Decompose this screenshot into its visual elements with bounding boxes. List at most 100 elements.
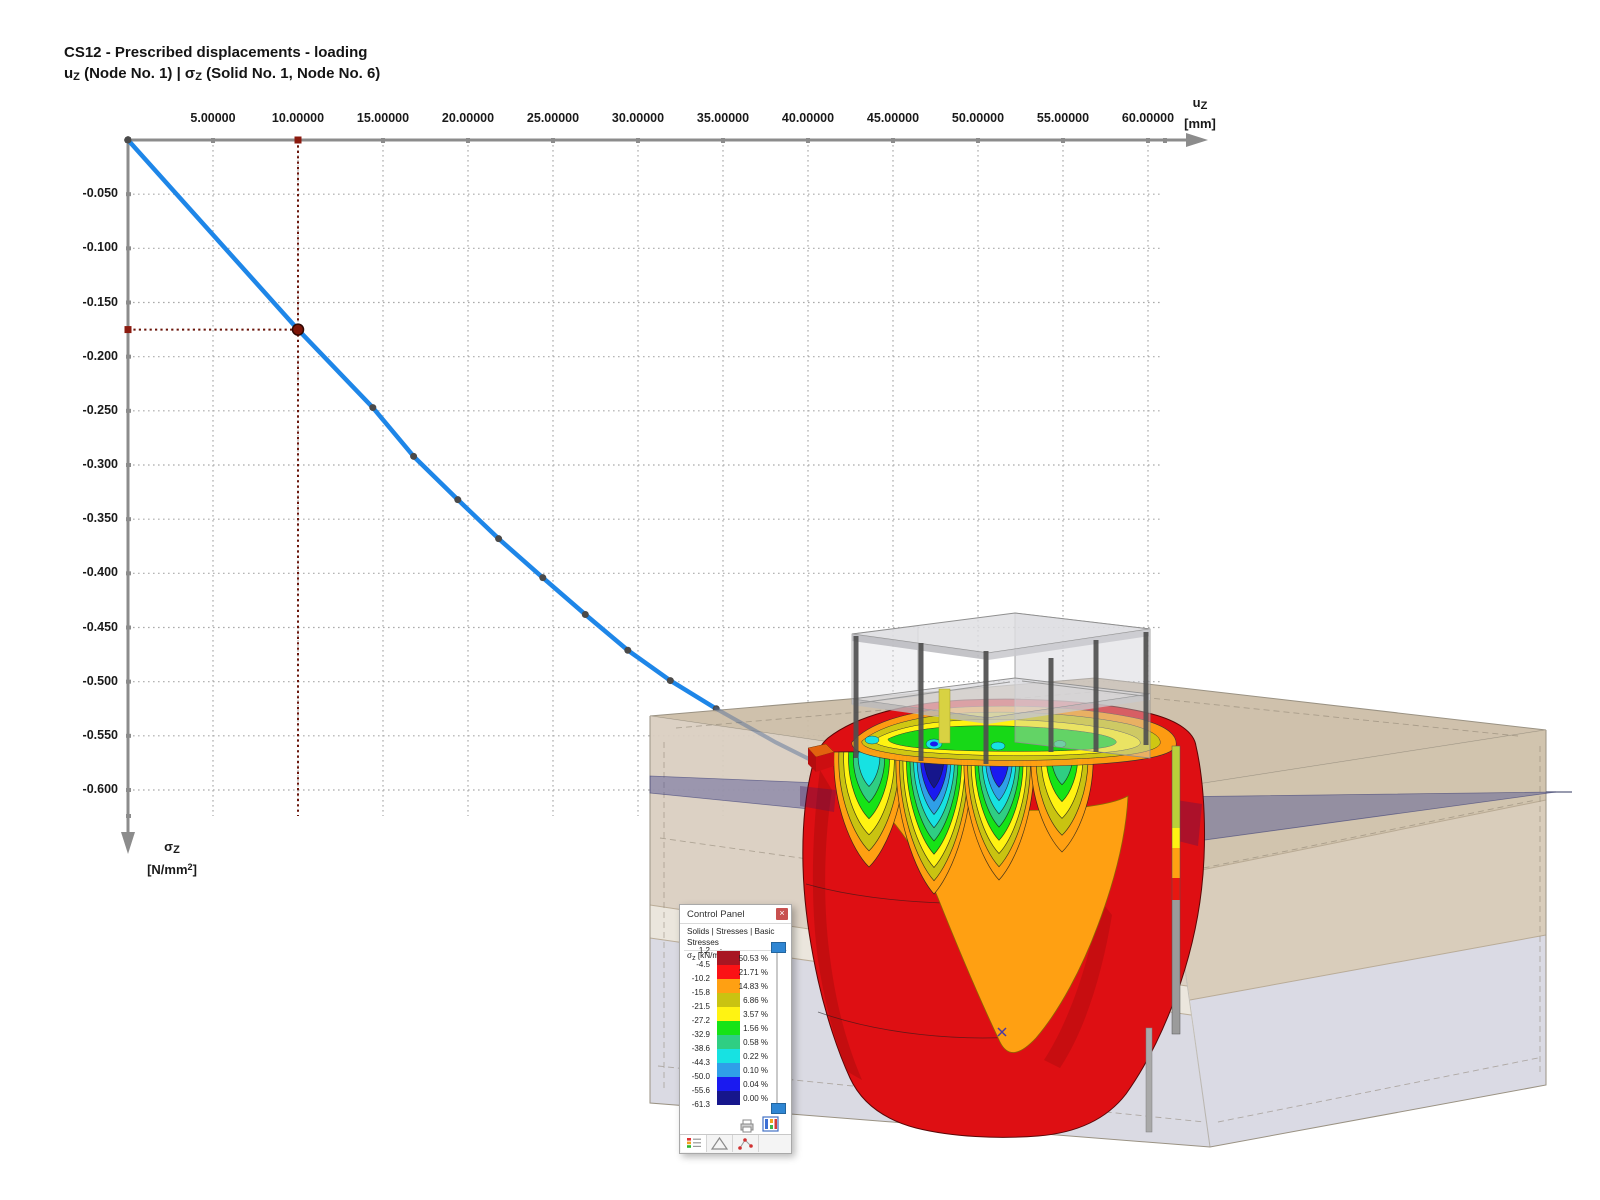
y-axis-tick bbox=[126, 788, 131, 792]
y-tick-label: -0.500 bbox=[48, 674, 118, 688]
x-axis-tick bbox=[211, 138, 215, 143]
curve-data-point bbox=[495, 535, 502, 542]
y-tick-label: -0.300 bbox=[48, 457, 118, 471]
curve-data-point bbox=[454, 496, 461, 503]
y-axis-unit-label: σZ [N/mm2] bbox=[126, 838, 218, 878]
y-axis-tick bbox=[126, 571, 131, 575]
x-axis-tick bbox=[1146, 138, 1150, 143]
y-axis-tick bbox=[126, 409, 131, 413]
curve-data-point bbox=[369, 404, 376, 411]
legend-value: -44.3 bbox=[680, 1058, 710, 1067]
marked-data-point bbox=[293, 324, 304, 335]
x-axis-tick bbox=[1163, 138, 1167, 143]
curve-data-point bbox=[667, 677, 674, 684]
x-tick-label: 40.00000 bbox=[766, 111, 850, 125]
x-axis-arrow-icon bbox=[1186, 133, 1208, 147]
x-axis-tick bbox=[976, 138, 980, 143]
legend-percentage: 21.71 % bbox=[728, 968, 768, 977]
legend-value: 1.2 bbox=[680, 946, 710, 955]
x-tick-label: 10.00000 bbox=[256, 111, 340, 125]
rfem-result-workspace[interactable]: CS12 - Prescribed displacements - loadin… bbox=[0, 0, 1600, 1200]
result-pile bbox=[1172, 746, 1180, 1034]
legend-value: -15.8 bbox=[680, 988, 710, 997]
y-tick-label: -0.450 bbox=[48, 620, 118, 634]
yellow-wall-element bbox=[939, 689, 950, 743]
nodes-graph-icon bbox=[733, 1135, 758, 1152]
legend-value: -4.5 bbox=[680, 960, 710, 969]
x-axis-tick bbox=[381, 138, 385, 143]
triangle-icon bbox=[707, 1135, 732, 1152]
x-axis-unit-label: uZ [mm] bbox=[1176, 94, 1224, 132]
x-tick-label: 45.00000 bbox=[851, 111, 935, 125]
y-axis-tick bbox=[126, 246, 131, 250]
color-scale-icon bbox=[681, 1135, 706, 1152]
y-axis-tick bbox=[126, 814, 131, 818]
scale-slider-track[interactable] bbox=[776, 951, 778, 1105]
curve-data-point bbox=[410, 453, 417, 460]
y-tick-label: -0.350 bbox=[48, 511, 118, 525]
x-tick-label: 55.00000 bbox=[1021, 111, 1105, 125]
printer-icon bbox=[738, 1118, 756, 1134]
curve-data-point bbox=[125, 137, 132, 144]
y-tick-label: -0.250 bbox=[48, 403, 118, 417]
x-tick-label: 25.00000 bbox=[511, 111, 595, 125]
x-axis-tick bbox=[891, 138, 895, 143]
x-axis-tick bbox=[806, 138, 810, 143]
tab-result-values[interactable] bbox=[733, 1135, 759, 1152]
probe-rod bbox=[1146, 1028, 1152, 1132]
x-tick-label: 20.00000 bbox=[426, 111, 510, 125]
legend-percentage: 0.22 % bbox=[728, 1052, 768, 1061]
legend-percentage: 0.10 % bbox=[728, 1066, 768, 1075]
tab-color-scale[interactable] bbox=[681, 1135, 707, 1152]
y-axis-tick bbox=[126, 192, 131, 196]
y-axis-tick bbox=[126, 463, 131, 467]
result-curve[interactable] bbox=[125, 137, 720, 713]
y-axis-tick bbox=[126, 301, 131, 305]
y-axis-tick bbox=[126, 680, 131, 684]
legend-percentage: 1.56 % bbox=[728, 1024, 768, 1033]
chart-title-line1: CS12 - Prescribed displacements - loadin… bbox=[64, 42, 380, 63]
result-diagram-canvas[interactable] bbox=[0, 0, 1600, 1200]
y-tick-label: -0.200 bbox=[48, 349, 118, 363]
curve-data-point bbox=[624, 647, 631, 654]
x-axis-tick bbox=[721, 138, 725, 143]
x-tick-label: 15.00000 bbox=[341, 111, 425, 125]
legend-value: -50.0 bbox=[680, 1072, 710, 1081]
y-tick-label: -0.400 bbox=[48, 565, 118, 579]
y-tick-label: -0.100 bbox=[48, 240, 118, 254]
x-tick-label: 50.00000 bbox=[936, 111, 1020, 125]
legend-value: -55.6 bbox=[680, 1086, 710, 1095]
curve-data-point bbox=[582, 611, 589, 618]
panel-options-button[interactable] bbox=[738, 1118, 756, 1134]
x-tick-label: 35.00000 bbox=[681, 111, 765, 125]
legend-percentage: 14.83 % bbox=[728, 982, 768, 991]
y-tick-label: -0.150 bbox=[48, 295, 118, 309]
panel-settings-button[interactable] bbox=[762, 1116, 780, 1132]
legend-percentage: 0.00 % bbox=[728, 1094, 768, 1103]
y-axis-tick bbox=[126, 734, 131, 738]
scale-slider-handle-bottom[interactable] bbox=[771, 1103, 786, 1114]
legend-value: -32.9 bbox=[680, 1030, 710, 1039]
curve-data-point bbox=[539, 574, 546, 581]
load-displacement-curve bbox=[128, 140, 716, 709]
x-axis-tick bbox=[466, 138, 470, 143]
y-tick-label: -0.600 bbox=[48, 782, 118, 796]
x-axis-tick bbox=[636, 138, 640, 143]
x-axis-tick bbox=[551, 138, 555, 143]
x-tick-label: 30.00000 bbox=[596, 111, 680, 125]
legend-percentage: 3.57 % bbox=[728, 1010, 768, 1019]
legend-value: -61.3 bbox=[680, 1100, 710, 1109]
y-axis-tick bbox=[126, 517, 131, 521]
legend-value: -38.6 bbox=[680, 1044, 710, 1053]
y-axis-tick bbox=[126, 626, 131, 630]
x-tick-label: 5.00000 bbox=[171, 111, 255, 125]
tab-display-options[interactable] bbox=[707, 1135, 733, 1152]
control-panel-window[interactable]: Control Panel × Solids | Stresses | Basi… bbox=[679, 904, 792, 1154]
chart-title: CS12 - Prescribed displacements - loadin… bbox=[64, 42, 380, 88]
crosshair-x-axis-marker bbox=[295, 137, 302, 144]
y-tick-label: -0.050 bbox=[48, 186, 118, 200]
legend-value: -21.5 bbox=[680, 1002, 710, 1011]
control-panel-icon bbox=[762, 1116, 780, 1133]
legend-percentage: 0.04 % bbox=[728, 1080, 768, 1089]
scale-slider-handle-top[interactable] bbox=[771, 942, 786, 953]
